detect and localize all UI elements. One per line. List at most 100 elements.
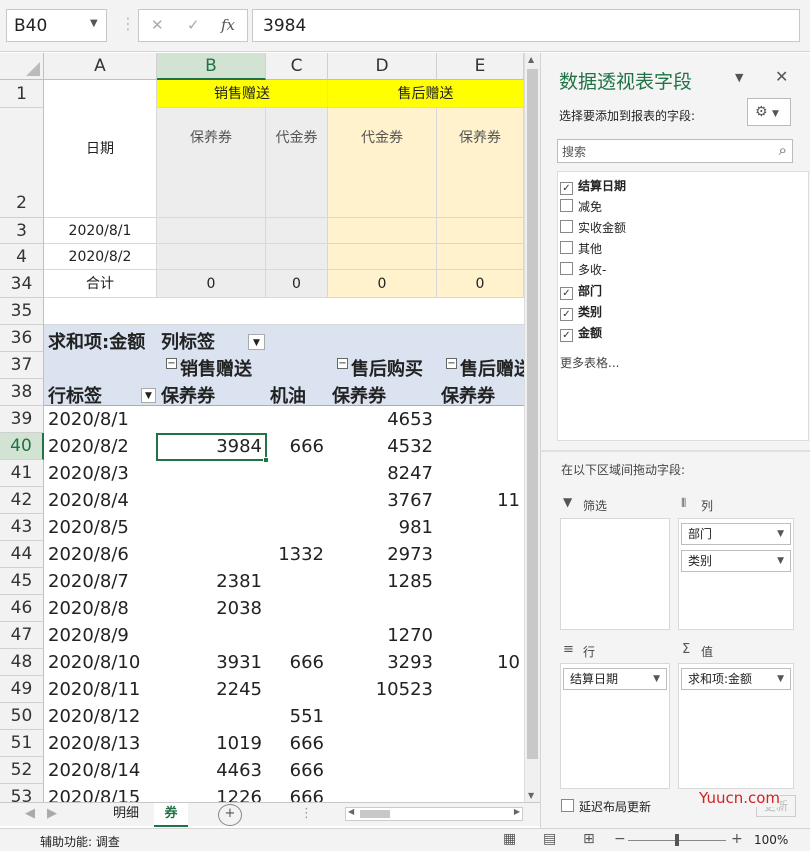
pivot-row-date[interactable]: 2020/8/4 (44, 487, 157, 514)
vertical-scrollbar[interactable]: ▲ ▼ (524, 53, 540, 802)
pivot-value-cell[interactable]: 3293 (328, 649, 437, 676)
pivot-value-cell[interactable]: 1285 (328, 568, 437, 595)
grid-cell[interactable] (328, 218, 437, 244)
pivot-value-cell[interactable] (266, 514, 328, 541)
pivot-value-cell[interactable]: 666 (266, 784, 328, 802)
checkbox-checked-icon[interactable]: ✓ (560, 287, 573, 300)
accessibility-status[interactable]: 辅助功能: 调查 (40, 833, 120, 850)
sales-gift-header[interactable]: 销售赠送 (157, 80, 328, 108)
column-header-e[interactable]: E (437, 53, 524, 80)
pivot-value-cell[interactable] (266, 595, 328, 622)
row-field-pill[interactable]: 结算日期 ▼ (563, 668, 667, 690)
pivot-value-cell[interactable] (437, 595, 524, 622)
add-sheet-icon[interactable]: + (218, 804, 242, 826)
voucher-header-e[interactable]: 保养券 (437, 108, 524, 218)
row-header[interactable]: 53 (0, 784, 44, 802)
pivot-value-cell[interactable] (437, 622, 524, 649)
gear-icon[interactable]: ⚙ ▼ (747, 98, 791, 126)
scroll-down-icon[interactable]: ▼ (528, 791, 534, 800)
pivot-value-cell[interactable] (157, 514, 266, 541)
pivot-row-date[interactable]: 2020/8/13 (44, 730, 157, 757)
row-header[interactable]: 1 (0, 80, 44, 108)
columns-area[interactable]: 部门 ▼ 类别 ▼ (678, 518, 794, 630)
pivot-value-cell[interactable]: 666 (266, 757, 328, 784)
pivot-value-cell[interactable] (437, 406, 524, 433)
pivot-value-cell[interactable] (266, 487, 328, 514)
row-header[interactable]: 39 (0, 406, 44, 433)
pivot-value-cell[interactable] (328, 595, 437, 622)
pivot-group-sales-gift[interactable]: 销售赠送 (180, 355, 252, 381)
pivot-value-cell[interactable]: 666 (266, 433, 328, 460)
pivot-row-date[interactable]: 2020/8/5 (44, 514, 157, 541)
date-cell[interactable]: 2020/8/2 (44, 244, 157, 270)
grid-cell[interactable] (266, 244, 328, 270)
grid-cell[interactable] (157, 218, 266, 244)
field-checkbox[interactable]: ✓ 结算日期 (560, 176, 626, 196)
checkbox-checked-icon[interactable]: ✓ (560, 182, 573, 195)
row-header[interactable]: 43 (0, 514, 44, 541)
prev-sheet-icon[interactable]: ◀ (22, 803, 38, 825)
pivot-value-cell[interactable] (266, 676, 328, 703)
coupon-header-c[interactable]: 代金券 (266, 108, 328, 218)
column-header-b[interactable]: B (157, 53, 266, 80)
value-field-pill[interactable]: 求和项:金额 ▼ (681, 668, 791, 690)
field-checkbox[interactable]: 多收- (560, 260, 606, 280)
pivot-sum-label[interactable]: 求和项:金额 (48, 328, 145, 354)
pivot-sub-voucher[interactable]: 保养券 (332, 382, 386, 408)
row-header[interactable]: 48 (0, 649, 44, 676)
more-tables-link[interactable]: 更多表格... (560, 353, 619, 373)
select-all-corner[interactable] (0, 53, 44, 80)
total-cell[interactable]: 0 (437, 270, 524, 298)
zoom-slider-thumb[interactable] (675, 834, 679, 846)
scroll-thumb[interactable] (360, 810, 390, 818)
pivot-value-cell[interactable] (437, 784, 524, 802)
pivot-value-cell[interactable] (437, 757, 524, 784)
total-cell[interactable]: 0 (266, 270, 328, 298)
row-header[interactable]: 45 (0, 568, 44, 595)
row-header[interactable]: 35 (0, 298, 44, 325)
grid-cell[interactable] (437, 218, 524, 244)
pivot-value-cell[interactable]: 3984 (157, 433, 266, 460)
aftersale-gift-header[interactable]: 售后赠送 (328, 80, 524, 108)
next-sheet-icon[interactable]: ▶ (44, 803, 60, 825)
field-search-input[interactable]: 搜索 ⌕ (557, 139, 793, 163)
coupon-header-d[interactable]: 代金券 (328, 108, 437, 218)
pivot-value-cell[interactable]: 2038 (157, 595, 266, 622)
row-header[interactable]: 4 (0, 244, 44, 270)
zoom-level[interactable]: 100% (754, 833, 788, 847)
fill-handle[interactable] (263, 457, 269, 463)
pivot-value-cell[interactable]: 11 (437, 487, 524, 514)
pivot-value-cell[interactable] (437, 433, 524, 460)
pivot-value-cell[interactable]: 8247 (328, 460, 437, 487)
row-header[interactable]: 50 (0, 703, 44, 730)
filter-dropdown-icon[interactable]: ▼ (248, 334, 265, 350)
field-checkbox[interactable]: 减免 (560, 197, 602, 217)
grid-cell[interactable] (157, 244, 266, 270)
pivot-value-cell[interactable] (437, 730, 524, 757)
row-header[interactable]: 36 (0, 325, 44, 352)
date-header-cell[interactable]: 日期 (44, 80, 157, 218)
row-header[interactable]: 37 (0, 352, 44, 379)
column-header-d[interactable]: D (328, 53, 437, 80)
pivot-value-cell[interactable] (437, 676, 524, 703)
pivot-column-label[interactable]: 列标签 (161, 328, 215, 354)
row-header[interactable]: 52 (0, 757, 44, 784)
pivot-value-cell[interactable] (437, 703, 524, 730)
sheet-tab-detail[interactable]: 明细 (98, 803, 154, 825)
pivot-value-cell[interactable] (437, 460, 524, 487)
pivot-value-cell[interactable] (437, 568, 524, 595)
checkbox-checked-icon[interactable]: ✓ (560, 308, 573, 321)
row-header[interactable]: 3 (0, 218, 44, 244)
row-header[interactable]: 40 (0, 433, 44, 460)
pivot-value-cell[interactable]: 1270 (328, 622, 437, 649)
formula-input[interactable]: 3984 (252, 9, 800, 42)
pivot-value-cell[interactable] (157, 703, 266, 730)
pivot-value-cell[interactable] (157, 622, 266, 649)
normal-view-icon[interactable]: ▦ (503, 831, 516, 847)
pivot-value-cell[interactable]: 1226 (157, 784, 266, 802)
pivot-row-date[interactable]: 2020/8/2 (44, 433, 157, 460)
pivot-row-date[interactable]: 2020/8/9 (44, 622, 157, 649)
pivot-value-cell[interactable]: 2245 (157, 676, 266, 703)
pivot-value-cell[interactable]: 666 (266, 649, 328, 676)
pivot-row-date[interactable]: 2020/8/14 (44, 757, 157, 784)
